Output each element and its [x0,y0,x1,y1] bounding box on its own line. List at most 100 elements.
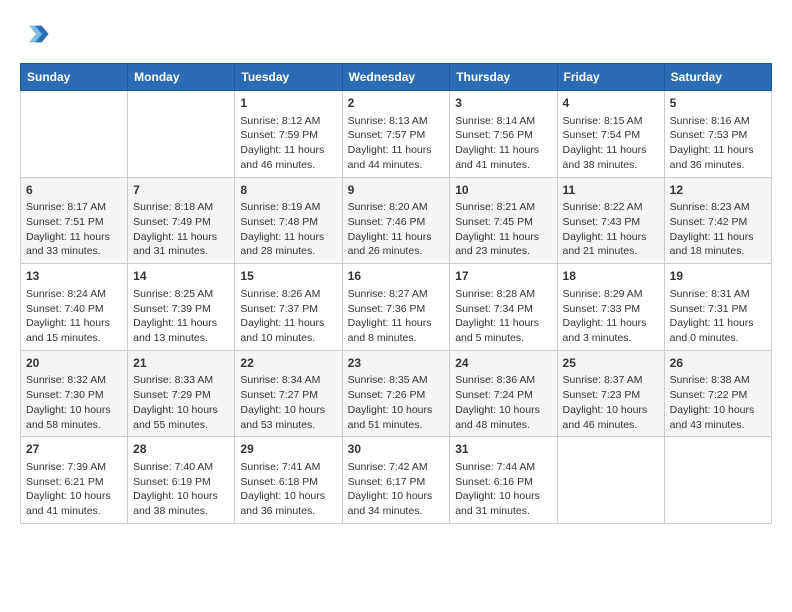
cell-content: Daylight: 11 hours and 18 minutes. [670,230,766,259]
cell-content: Sunset: 7:27 PM [240,388,336,403]
cell-content: Sunrise: 8:27 AM [348,287,445,302]
calendar-cell: 17Sunrise: 8:28 AMSunset: 7:34 PMDayligh… [450,264,557,351]
cell-content: Sunset: 7:43 PM [563,215,659,230]
cell-content: Sunset: 7:36 PM [348,302,445,317]
calendar-cell: 15Sunrise: 8:26 AMSunset: 7:37 PMDayligh… [235,264,342,351]
cell-content: Sunset: 7:31 PM [670,302,766,317]
cell-content: Sunset: 7:53 PM [670,128,766,143]
cell-content: Daylight: 10 hours and 31 minutes. [455,489,551,518]
cell-content: Sunset: 7:56 PM [455,128,551,143]
cell-content: Sunset: 6:18 PM [240,475,336,490]
cell-content: Daylight: 11 hours and 33 minutes. [26,230,122,259]
cell-content: Sunrise: 8:25 AM [133,287,229,302]
cell-content: Daylight: 11 hours and 44 minutes. [348,143,445,172]
day-number: 30 [348,441,445,458]
day-number: 17 [455,268,551,285]
day-number: 13 [26,268,122,285]
day-number: 21 [133,355,229,372]
cell-content: Daylight: 11 hours and 13 minutes. [133,316,229,345]
column-header-saturday: Saturday [664,64,771,91]
calendar-cell: 14 Sunrise: 8:25 AMSunset: 7:39 PMDayligh… [128,264,235,351]
cell-content: Sunset: 7:30 PM [26,388,122,403]
cell-content: Sunset: 6:21 PM [26,475,122,490]
day-number: 20 [26,355,122,372]
day-number: 9 [348,182,445,199]
calendar-cell: 5Sunrise: 8:16 AMSunset: 7:53 PMDaylight… [664,91,771,178]
cell-content: Daylight: 10 hours and 55 minutes. [133,403,229,432]
calendar-cell: 22Sunrise: 8:34 AMSunset: 7:27 PMDayligh… [235,350,342,437]
cell-content: Daylight: 10 hours and 38 minutes. [133,489,229,518]
calendar-table: SundayMondayTuesdayWednesdayThursdayFrid… [20,63,772,524]
calendar-cell: 11Sunrise: 8:22 AMSunset: 7:43 PMDayligh… [557,177,664,264]
calendar-cell: 28Sunrise: 7:40 AMSunset: 6:19 PMDayligh… [128,437,235,524]
day-number: 26 [670,355,766,372]
calendar-cell [557,437,664,524]
calendar-cell: 2Sunrise: 8:13 AMSunset: 7:57 PMDaylight… [342,91,450,178]
cell-content: Sunrise: 8:32 AM [26,373,122,388]
calendar-cell: 6Sunrise: 8:17 AMSunset: 7:51 PMDaylight… [21,177,128,264]
day-number: 19 [670,268,766,285]
week-row-2: 6Sunrise: 8:17 AMSunset: 7:51 PMDaylight… [21,177,772,264]
day-number: 18 [563,268,659,285]
calendar-cell: 18Sunrise: 8:29 AMSunset: 7:33 PMDayligh… [557,264,664,351]
cell-content: Sunrise: 8:23 AM [670,200,766,215]
cell-content: Sunrise: 8:21 AM [455,200,551,215]
cell-content: Daylight: 10 hours and 51 minutes. [348,403,445,432]
cell-content: Sunset: 6:16 PM [455,475,551,490]
cell-content: Daylight: 11 hours and 8 minutes. [348,316,445,345]
day-number: 14 [133,268,229,285]
calendar-cell: 30Sunrise: 7:42 AMSunset: 6:17 PMDayligh… [342,437,450,524]
week-row-5: 27Sunrise: 7:39 AMSunset: 6:21 PMDayligh… [21,437,772,524]
day-number: 5 [670,95,766,112]
logo-icon [22,20,50,48]
calendar-cell: 13Sunrise: 8:24 AMSunset: 7:40 PMDayligh… [21,264,128,351]
cell-content: Daylight: 10 hours and 53 minutes. [240,403,336,432]
calendar-cell: 27Sunrise: 7:39 AMSunset: 6:21 PMDayligh… [21,437,128,524]
calendar-cell [21,91,128,178]
cell-content: Sunset: 7:57 PM [348,128,445,143]
cell-content: Sunrise: 7:41 AM [240,460,336,475]
calendar-cell: 12Sunrise: 8:23 AMSunset: 7:42 PMDayligh… [664,177,771,264]
cell-content: Sunrise: 8:18 AM [133,200,229,215]
day-number: 23 [348,355,445,372]
day-number: 22 [240,355,336,372]
cell-content: Sunrise: 8:28 AM [455,287,551,302]
cell-content: Sunset: 7:40 PM [26,302,122,317]
cell-content: Daylight: 10 hours and 46 minutes. [563,403,659,432]
calendar-cell [664,437,771,524]
cell-content: Sunset: 7:37 PM [240,302,336,317]
day-number: 11 [563,182,659,199]
cell-content: Daylight: 11 hours and 0 minutes. [670,316,766,345]
day-number: 29 [240,441,336,458]
day-number: 6 [26,182,122,199]
day-number: 15 [240,268,336,285]
cell-content: Daylight: 11 hours and 41 minutes. [455,143,551,172]
cell-content: Sunset: 7:39 PM [133,302,229,317]
cell-content: Daylight: 10 hours and 34 minutes. [348,489,445,518]
calendar-cell: 9Sunrise: 8:20 AMSunset: 7:46 PMDaylight… [342,177,450,264]
calendar-cell: 10Sunrise: 8:21 AMSunset: 7:45 PMDayligh… [450,177,557,264]
cell-content: Daylight: 10 hours and 41 minutes. [26,489,122,518]
day-number: 16 [348,268,445,285]
cell-content: Sunrise: 8:13 AM [348,114,445,129]
column-header-friday: Friday [557,64,664,91]
cell-content: Sunset: 6:17 PM [348,475,445,490]
cell-content: Daylight: 11 hours and 36 minutes. [670,143,766,172]
cell-content: Daylight: 11 hours and 23 minutes. [455,230,551,259]
cell-content: Sunrise: 8:33 AM [133,373,229,388]
day-number: 8 [240,182,336,199]
week-row-3: 13Sunrise: 8:24 AMSunset: 7:40 PMDayligh… [21,264,772,351]
day-number: 28 [133,441,229,458]
cell-content: Sunset: 7:24 PM [455,388,551,403]
cell-content: Daylight: 10 hours and 36 minutes. [240,489,336,518]
calendar-cell: 16 Sunrise: 8:27 AMSunset: 7:36 PMDayligh… [342,264,450,351]
cell-content: Sunset: 7:46 PM [348,215,445,230]
cell-content: Sunset: 7:51 PM [26,215,122,230]
page-header [20,20,772,53]
day-number: 3 [455,95,551,112]
cell-content: Daylight: 11 hours and 28 minutes. [240,230,336,259]
calendar-cell: 7Sunrise: 8:18 AMSunset: 7:49 PMDaylight… [128,177,235,264]
cell-content: Sunrise: 7:44 AM [455,460,551,475]
calendar-cell: 20Sunrise: 8:32 AMSunset: 7:30 PMDayligh… [21,350,128,437]
cell-content: Sunset: 6:19 PM [133,475,229,490]
